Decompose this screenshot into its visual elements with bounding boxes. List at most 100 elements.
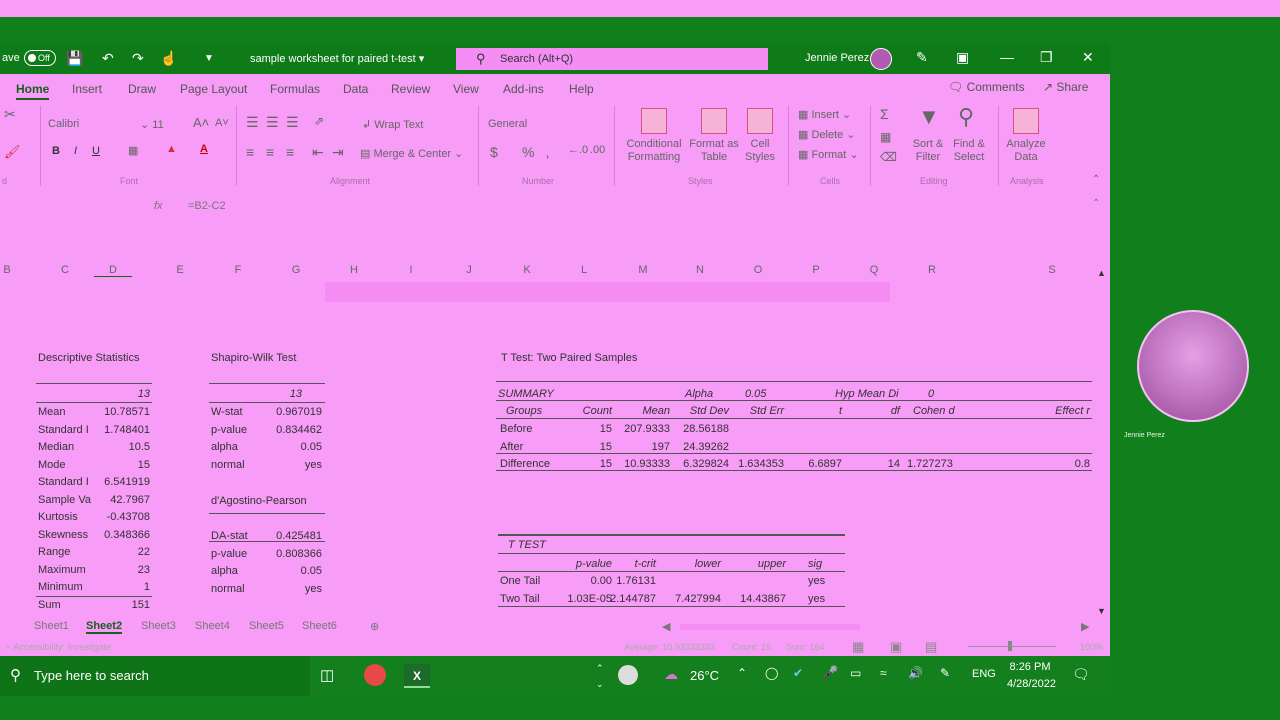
ttest-cell[interactable]: 15 [560, 458, 612, 470]
ttest-cell[interactable]: After [500, 441, 523, 453]
decrease-font-icon[interactable]: A˅ [215, 117, 229, 129]
tab-page-layout[interactable]: Page Layout [180, 82, 247, 96]
ttest-cell[interactable]: 15 [560, 441, 612, 453]
minimize-icon[interactable]: — [1000, 49, 1014, 65]
test-cell[interactable]: Two Tail [500, 593, 540, 605]
analyze-data-button[interactable]: Analyze Data [1004, 138, 1048, 164]
zoom-slider[interactable] [968, 646, 1056, 647]
test-header[interactable]: p-value [552, 558, 612, 570]
desc-label[interactable]: Maximum [38, 564, 98, 576]
column-header[interactable]: F [228, 264, 248, 276]
ttest-header[interactable]: Mean [620, 405, 670, 417]
hyp-mean-label[interactable]: Hyp Mean Di [835, 388, 899, 400]
ttest-cell[interactable]: 1.727273 [907, 458, 953, 470]
touch-mode-icon[interactable]: ☝ [160, 50, 177, 67]
column-header[interactable]: G [286, 264, 306, 276]
font-color-icon[interactable]: A [200, 143, 208, 155]
ribbon-display-icon[interactable]: ▣ [956, 49, 969, 66]
conditional-formatting-icon[interactable] [641, 108, 667, 134]
sheet-tab[interactable]: Sheet3 [141, 620, 176, 632]
tab-review[interactable]: Review [391, 82, 430, 96]
ttest-header[interactable]: df [850, 405, 900, 417]
shapiro-label[interactable]: p-value [211, 424, 247, 436]
wrap-text-button[interactable]: ↲ Wrap Text [362, 118, 423, 131]
test-cell[interactable]: 7.427994 [665, 593, 721, 605]
orientation-icon[interactable]: ⇗ [314, 114, 324, 128]
desc-label[interactable]: Kurtosis [38, 511, 98, 523]
ttest-cell[interactable]: 6.6897 [792, 458, 842, 470]
sort-filter-button[interactable]: Sort & Filter [908, 138, 948, 164]
increase-indent-icon[interactable]: ⇥ [332, 144, 344, 161]
ttest-header[interactable]: Effect r [1030, 405, 1090, 417]
column-header[interactable]: L [574, 264, 594, 276]
column-header[interactable]: C [55, 264, 75, 276]
tray-app-icon[interactable]: ◯ [765, 666, 778, 680]
zoom-level[interactable]: 100% [1080, 642, 1103, 652]
dagostino-label[interactable]: DA-stat [211, 530, 248, 542]
shapiro-label[interactable]: normal [211, 459, 245, 471]
dagostino-title[interactable]: d'Agostino-Pearson [211, 495, 307, 507]
tab-insert[interactable]: Insert [72, 82, 102, 96]
fill-icon[interactable]: ▦ [880, 130, 891, 144]
italic-button[interactable]: I [74, 145, 77, 157]
fill-color-icon[interactable]: ▲ [166, 143, 177, 155]
fx-icon[interactable]: fx [154, 200, 163, 212]
column-header[interactable]: Q [864, 264, 884, 276]
test-cell[interactable]: 1.03E-05 [552, 593, 612, 605]
summary-label[interactable]: SUMMARY [498, 388, 554, 400]
tab-home[interactable]: Home [16, 82, 50, 100]
sheet-tab[interactable]: Sheet5 [249, 620, 284, 632]
notifications-icon[interactable]: 🗨 [1072, 666, 1090, 683]
desc-value[interactable]: 23 [96, 564, 150, 576]
test-header[interactable]: t-crit [606, 558, 656, 570]
format-cells-button[interactable]: ▦ Format ⌄ [798, 148, 859, 161]
tab-help[interactable]: Help [569, 82, 594, 96]
comma-icon[interactable]: ‚ [546, 144, 549, 160]
desc-value[interactable]: 22 [96, 546, 150, 558]
column-header[interactable]: S [1042, 264, 1062, 276]
dagostino-value[interactable]: yes [262, 583, 322, 595]
alpha-value[interactable]: 0.05 [745, 388, 766, 400]
currency-icon[interactable]: $ [490, 144, 498, 160]
column-header[interactable]: P [806, 264, 826, 276]
sheet-tab[interactable]: Sheet6 [302, 620, 337, 632]
column-header[interactable]: D [94, 264, 132, 277]
desc-label[interactable]: Skewness [38, 529, 98, 541]
name-box[interactable] [4, 200, 134, 214]
weather-icon[interactable]: ☁ [664, 666, 678, 683]
task-view-icon[interactable]: ◫ [320, 666, 334, 684]
system-app-icon[interactable] [618, 665, 638, 685]
defender-icon[interactable]: ✔ [793, 666, 803, 680]
desc-value[interactable]: 6.541919 [96, 476, 150, 488]
battery-icon[interactable]: ▭ [850, 666, 861, 680]
percent-icon[interactable]: % [522, 144, 534, 160]
tab-draw[interactable]: Draw [128, 82, 156, 96]
document-title[interactable]: sample worksheet for paired t-test ▾ [250, 52, 424, 65]
dagostino-value[interactable]: 0.808366 [262, 548, 322, 560]
clear-icon[interactable]: ⌫ [880, 150, 897, 164]
analyze-data-icon[interactable] [1013, 108, 1039, 134]
accessibility-status[interactable]: ⚬ Accessibility: Investigate [4, 642, 111, 653]
desc-n[interactable]: 13 [100, 388, 150, 400]
page-layout-view-icon[interactable]: ▣ [890, 639, 902, 655]
microphone-icon[interactable]: 🎤 [822, 665, 838, 681]
ttest-header[interactable]: Count [560, 405, 612, 417]
shapiro-title[interactable]: Shapiro-Wilk Test [211, 352, 296, 364]
test-header[interactable]: upper [728, 558, 786, 570]
desc-value[interactable]: 10.78571 [96, 406, 150, 418]
format-as-table-icon[interactable] [701, 108, 727, 134]
scroll-right-icon[interactable]: ▶ [1081, 620, 1089, 633]
decrease-decimal-icon[interactable]: .00 [590, 144, 605, 156]
test-cell[interactable]: yes [808, 593, 825, 605]
desc-label[interactable]: Range [38, 546, 98, 558]
ttest-title[interactable]: T Test: Two Paired Samples [501, 352, 637, 364]
taskbar-clock[interactable]: 8:26 PM 4/28/2022 [1007, 659, 1056, 693]
font-name-select[interactable]: Calibri [48, 118, 132, 130]
excel-taskbar-icon[interactable]: X [404, 664, 430, 688]
ttest-test-label[interactable]: T TEST [508, 539, 546, 551]
customize-toolbar-icon[interactable]: ▼ [204, 53, 214, 64]
zoom-slider-thumb[interactable] [1008, 641, 1012, 651]
test-header[interactable]: sig [808, 558, 822, 570]
autosave-toggle[interactable]: Off [24, 50, 56, 66]
bold-button[interactable]: B [52, 145, 60, 157]
